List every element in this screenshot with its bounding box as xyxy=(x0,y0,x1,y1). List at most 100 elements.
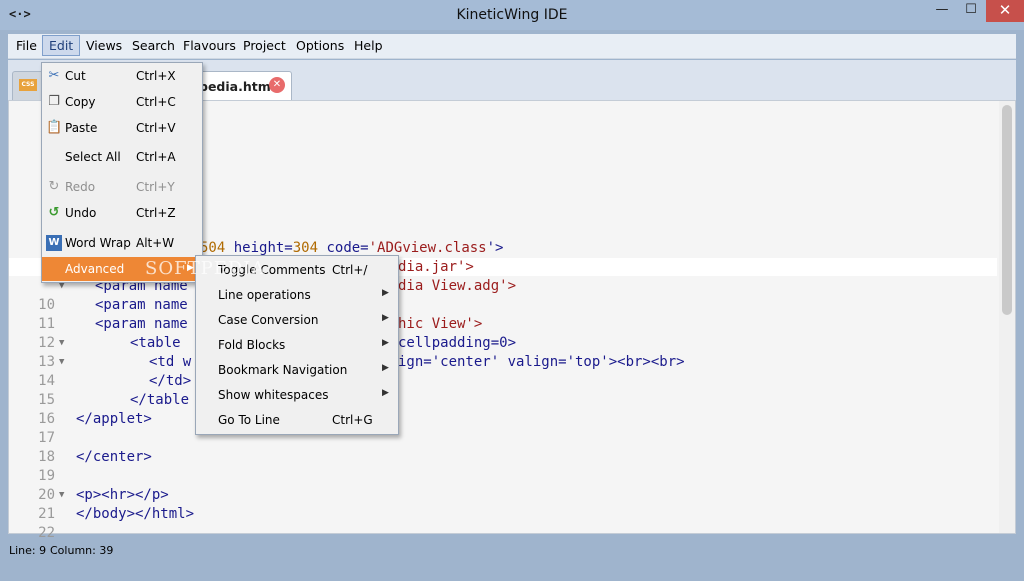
code-text: <td w xyxy=(149,354,192,370)
status-line: Line: 9 xyxy=(9,544,47,557)
code-line: 10 ▼ <param name dia View.adg'> xyxy=(9,277,516,313)
menu-project[interactable]: Project xyxy=(243,38,286,53)
code-text: 504 height=304 code='ADGview.class'> xyxy=(200,240,503,256)
code-line: 19 </center> xyxy=(9,448,152,484)
menu-item-label: Case Conversion xyxy=(218,313,319,327)
code-line: 13 ▼ <table cellpadding=0> xyxy=(9,334,516,370)
code-line: 12 <param name hic View'> xyxy=(9,315,482,351)
code-text: </applet> xyxy=(76,411,152,427)
code-text: dia View.adg'> xyxy=(398,278,517,294)
submenu-item-bookmark-navigation[interactable]: Bookmark Navigation ▶ xyxy=(196,357,398,382)
code-line: 504 height=304 code='ADGview.class'> xyxy=(9,239,503,258)
code-line: 17 </applet> xyxy=(9,410,152,446)
menu-item-paste[interactable]: 📋 Paste Ctrl+V xyxy=(42,117,202,139)
menu-item-shortcut: Ctrl+/ xyxy=(332,263,368,277)
menu-item-copy[interactable]: ❐ Copy Ctrl+C xyxy=(42,91,202,113)
code-token: height= xyxy=(225,240,293,256)
status-column: Column: 39 xyxy=(50,544,114,557)
code-text: dia.jar'> xyxy=(398,259,474,275)
paste-icon: 📋 xyxy=(46,120,63,135)
menu-item-label: Copy xyxy=(65,95,96,109)
menu-item-label: Undo xyxy=(65,206,97,220)
code-token: 304 xyxy=(292,240,319,256)
code-line: 16 </table xyxy=(9,391,189,427)
menu-options[interactable]: Options xyxy=(296,38,344,53)
submenu-item-fold-blocks[interactable]: Fold Blocks ▶ xyxy=(196,332,398,357)
submenu-item-case-conversion[interactable]: Case Conversion ▶ xyxy=(196,307,398,332)
submenu-arrow-icon: ▶ xyxy=(382,313,389,323)
title-bar: <·> KineticWing IDE — ☐ ✕ xyxy=(0,0,1024,30)
menu-item-label: Redo xyxy=(65,180,96,194)
menu-item-label: Paste xyxy=(65,121,98,135)
code-text: <param name xyxy=(95,316,188,332)
fold-icon[interactable]: ▼ xyxy=(59,486,64,505)
tab-close-icon[interactable]: ✕ xyxy=(269,77,285,93)
submenu-arrow-icon: ▶ xyxy=(382,363,389,373)
fold-icon[interactable]: ▼ xyxy=(59,334,64,353)
code-line: 15 </td> xyxy=(9,372,191,408)
copy-icon: ❐ xyxy=(48,94,60,109)
menu-item-shortcut: Ctrl+V xyxy=(136,121,176,135)
edit-menu-dropdown: ✂ Cut Ctrl+X ❐ Copy Ctrl+C 📋 Paste Ctrl+… xyxy=(41,62,203,283)
menu-views[interactable]: Views xyxy=(86,38,122,53)
css-file-icon: CSS xyxy=(19,79,37,91)
code-text: hic View'> xyxy=(398,316,483,332)
code-text: </table xyxy=(130,392,190,408)
menu-item-redo[interactable]: ↻ Redo Ctrl+Y xyxy=(42,176,202,198)
submenu-arrow-icon: ▶ xyxy=(382,288,389,298)
advanced-submenu: Toggle Comments Ctrl+/ Line operations ▶… xyxy=(195,255,399,435)
menu-item-shortcut: Ctrl+Z xyxy=(136,206,176,220)
menu-edit[interactable]: Edit xyxy=(42,35,81,56)
undo-icon: ↺ xyxy=(48,205,60,220)
submenu-arrow-icon: ▶ xyxy=(382,338,389,348)
menu-item-cut[interactable]: ✂ Cut Ctrl+X xyxy=(42,65,202,87)
menu-item-label: Word Wrap xyxy=(65,236,131,250)
code-line: 20 xyxy=(9,467,55,503)
menu-item-label: Cut xyxy=(65,69,86,83)
code-text: <param name xyxy=(95,297,188,313)
code-line: 11 <param name xyxy=(9,296,188,332)
maximize-button[interactable]: ☐ xyxy=(957,0,985,22)
vertical-scrollbar[interactable] xyxy=(999,101,1015,533)
fold-icon[interactable]: ▼ xyxy=(59,353,64,372)
code-line: 21 ▼ <p><hr></p> xyxy=(9,486,169,522)
code-line: 14 ▼ <td w ign='center' valign='top'><br… xyxy=(9,353,684,389)
menu-file[interactable]: File xyxy=(16,38,37,53)
word-wrap-icon: W xyxy=(46,235,62,251)
minimize-button[interactable]: — xyxy=(927,0,957,22)
menu-item-label: Advanced xyxy=(65,262,125,276)
code-text: ign='center' valign='top'><br><br> xyxy=(398,354,685,370)
menu-item-shortcut: Ctrl+A xyxy=(136,150,176,164)
code-text: </center> xyxy=(76,449,152,465)
watermark: SOFTPEDIA xyxy=(145,258,266,279)
menu-item-label: Bookmark Navigation xyxy=(218,363,348,377)
code-line: 18 xyxy=(9,429,55,465)
menu-item-label: Line operations xyxy=(218,288,311,302)
menu-item-select-all[interactable]: Select All Ctrl+A xyxy=(42,146,202,168)
submenu-item-show-whitespaces[interactable]: Show whitespaces ▶ xyxy=(196,382,398,407)
menu-item-label: Select All xyxy=(65,150,121,164)
code-text: </td> xyxy=(149,373,192,389)
scissors-icon: ✂ xyxy=(48,68,60,83)
code-token: '> xyxy=(486,240,504,256)
close-button[interactable]: ✕ xyxy=(986,0,1024,22)
redo-icon: ↻ xyxy=(48,179,60,194)
code-text: cellpadding=0> xyxy=(398,335,517,351)
menu-item-shortcut: Alt+W xyxy=(136,236,175,250)
submenu-item-go-to-line[interactable]: Go To Line Ctrl+G xyxy=(196,407,398,432)
scrollbar-thumb[interactable] xyxy=(1002,105,1012,315)
menu-help[interactable]: Help xyxy=(354,38,383,53)
code-text: <p><hr></p> xyxy=(76,487,169,503)
menu-item-word-wrap[interactable]: W Word Wrap Alt+W xyxy=(42,232,202,254)
menu-search[interactable]: Search xyxy=(132,38,175,53)
code-line: dia.jar'> xyxy=(9,258,474,277)
menu-item-undo[interactable]: ↺ Undo Ctrl+Z xyxy=(42,202,202,224)
menu-item-label: Go To Line xyxy=(218,413,280,427)
code-line: 22 </body></html> xyxy=(9,505,194,541)
menu-item-label: Fold Blocks xyxy=(218,338,286,352)
submenu-item-line-operations[interactable]: Line operations ▶ xyxy=(196,282,398,307)
menu-item-shortcut: Ctrl+X xyxy=(136,69,176,83)
menu-flavours[interactable]: Flavours xyxy=(183,38,236,53)
tab-css-file[interactable]: CSS xyxy=(12,71,44,100)
menu-item-label: Show whitespaces xyxy=(218,388,329,402)
